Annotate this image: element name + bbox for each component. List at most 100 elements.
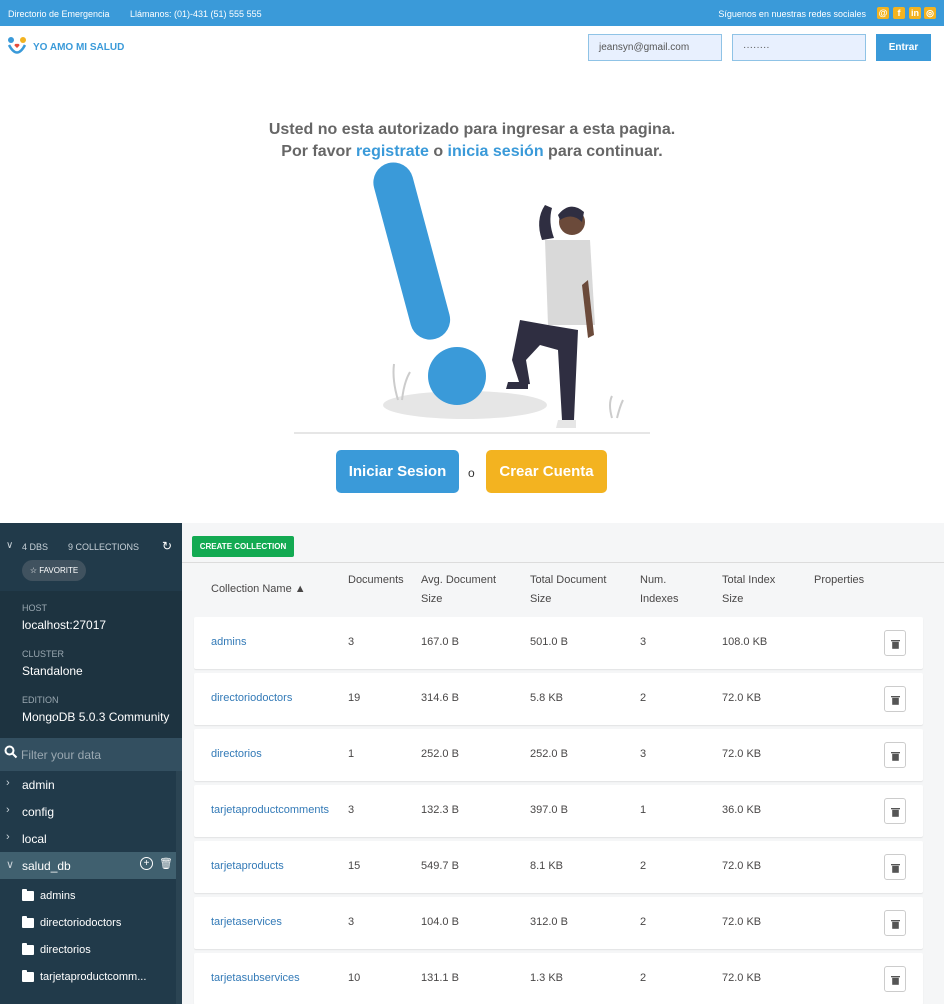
documents-cell: 15: [348, 860, 361, 872]
unauthorized-instructions: Por favor registrate o inicia sesión par…: [0, 143, 944, 161]
refresh-icon[interactable]: ↻: [162, 539, 172, 553]
collection-name-link[interactable]: tarjetaproducts: [211, 860, 284, 872]
indexes-cell: 2: [640, 916, 647, 928]
column-header-collection-name[interactable]: Collection Name ▲: [211, 580, 306, 599]
collection-name-link[interactable]: directoriodoctors: [211, 692, 292, 704]
total-size-cell: 5.8 KB: [530, 692, 564, 704]
index-size-cell: 108.0 KB: [722, 636, 768, 648]
register-link[interactable]: registrate: [356, 143, 429, 160]
delete-collection-button[interactable]: [884, 742, 906, 768]
delete-collection-button[interactable]: [884, 966, 906, 992]
table-row[interactable]: tarjetaproducts 15 549.7 B 8.1 KB 2 72.0…: [194, 841, 923, 893]
facebook-icon[interactable]: f: [893, 7, 905, 19]
or-separator: o: [468, 466, 475, 480]
collections-count: 9 COLLECTIONS: [68, 542, 140, 552]
index-size-cell: 72.0 KB: [722, 692, 762, 704]
sidebar-db-local[interactable]: › local: [0, 825, 176, 852]
table-row[interactable]: directoriodoctors 19 314.6 B 5.8 KB 2 72…: [194, 673, 923, 725]
emergency-directory-text: Directorio de Emergencia: [8, 9, 110, 19]
table-row[interactable]: tarjetasubservices 10 131.1 B 1.3 KB 2 7…: [194, 953, 923, 1004]
iniciar-sesion-button[interactable]: Iniciar Sesion: [336, 450, 459, 493]
chevron-right-icon: ›: [6, 804, 10, 816]
collapse-chevron-icon[interactable]: ∨: [6, 540, 13, 551]
avg-size-cell: 314.6 B: [421, 692, 459, 704]
filter-input[interactable]: Filter your data: [0, 738, 182, 771]
dbs-count: 4 DBS: [22, 542, 49, 552]
login-submit-button[interactable]: Entrar: [876, 34, 931, 61]
sidebar-collection-directorios[interactable]: directorios: [0, 937, 176, 964]
instructions-prefix: Por favor: [281, 143, 356, 160]
delete-collection-button[interactable]: [884, 630, 906, 656]
search-icon: [4, 745, 18, 759]
logo-text[interactable]: YO AMO MI SALUD: [33, 42, 124, 53]
crear-cuenta-button[interactable]: Crear Cuenta: [486, 450, 607, 493]
delete-database-icon[interactable]: 🗑: [159, 857, 173, 870]
documents-cell: 19: [348, 692, 361, 704]
index-size-cell: 36.0 KB: [722, 804, 762, 816]
column-header-documents[interactable]: Documents: [348, 571, 412, 590]
column-header-avg-document-size[interactable]: Avg. Document Size: [421, 571, 511, 609]
collection-name-link[interactable]: admins: [211, 636, 246, 648]
index-size-cell: 72.0 KB: [722, 860, 762, 872]
documents-cell: 3: [348, 804, 355, 816]
compass-sidebar: ∨ 4 DBS 9 COLLECTIONS ↻ ☆ FAVORITE HOST …: [0, 523, 182, 1004]
sidebar-collection-admins[interactable]: admins: [0, 883, 176, 910]
email-icon[interactable]: @: [877, 7, 889, 19]
collection-name-link[interactable]: tarjetaservices: [211, 916, 282, 928]
column-header-total-index-size[interactable]: Total Index Size: [722, 571, 786, 609]
folder-icon: [22, 970, 34, 982]
delete-collection-button[interactable]: [884, 854, 906, 880]
total-size-cell: 1.3 KB: [530, 972, 564, 984]
table-row[interactable]: tarjetaservices 3 104.0 B 312.0 B 2 72.0…: [194, 897, 923, 949]
total-size-cell: 501.0 B: [530, 636, 568, 648]
indexes-cell: 2: [640, 860, 647, 872]
host-label: HOST: [22, 603, 48, 613]
instructions-connector: o: [428, 143, 448, 160]
avg-size-cell: 549.7 B: [421, 860, 459, 872]
column-header-total-document-size[interactable]: Total Document Size: [530, 571, 620, 609]
add-collection-icon[interactable]: +: [140, 857, 153, 870]
table-row[interactable]: directorios 1 252.0 B 252.0 B 3 72.0 KB: [194, 729, 923, 781]
table-row[interactable]: admins 3 167.0 B 501.0 B 3 108.0 KB: [194, 617, 923, 669]
indexes-cell: 3: [640, 636, 647, 648]
email-field[interactable]: jeansyn@gmail.com: [588, 34, 722, 61]
sidebar-collection-tarjetaproductcomments[interactable]: tarjetaproductcomm...: [0, 964, 176, 991]
follow-us-text: Síguenos en nuestras redes sociales: [718, 9, 866, 19]
table-row[interactable]: tarjetaproductcomments 3 132.3 B 397.0 B…: [194, 785, 923, 837]
db-label: admin: [22, 778, 55, 792]
collection-name-link[interactable]: tarjetaproductcomments: [211, 804, 329, 816]
instructions-suffix: para continuar.: [543, 143, 663, 160]
delete-collection-button[interactable]: [884, 686, 906, 712]
cluster-label: CLUSTER: [22, 649, 65, 659]
logo-icon[interactable]: [7, 36, 27, 58]
sidebar-db-config[interactable]: › config: [0, 798, 176, 825]
sidebar-db-admin[interactable]: › admin: [0, 771, 176, 798]
index-size-cell: 72.0 KB: [722, 972, 762, 984]
instagram-icon[interactable]: ◎: [924, 7, 936, 19]
delete-collection-button[interactable]: [884, 798, 906, 824]
trash-icon: [891, 976, 900, 985]
db-label: config: [22, 805, 55, 819]
create-collection-button[interactable]: CREATE COLLECTION: [192, 536, 294, 557]
avg-size-cell: 252.0 B: [421, 748, 459, 760]
linkedin-icon[interactable]: in: [909, 7, 921, 19]
collection-label: directorios: [40, 944, 91, 956]
trash-icon: [891, 864, 900, 873]
phone-text: Llámanos: (01)-431 (51) 555 555: [130, 9, 262, 19]
collections-panel: CREATE COLLECTION Collection Name ▲ Docu…: [182, 523, 944, 1004]
chevron-down-icon: ∨: [6, 859, 15, 871]
password-field[interactable]: ········: [732, 34, 866, 61]
unauthorized-message: Usted no esta autorizado para ingresar a…: [268, 121, 676, 138]
avg-size-cell: 167.0 B: [421, 636, 459, 648]
login-link[interactable]: inicia sesión: [448, 143, 544, 160]
favorite-button[interactable]: ☆ FAVORITE: [22, 560, 86, 581]
collection-name-link[interactable]: tarjetasubservices: [211, 972, 300, 984]
sidebar-db-salud-db[interactable]: ∨ salud_db + 🗑: [0, 852, 176, 879]
indexes-cell: 2: [640, 972, 647, 984]
sidebar-collection-directoriodoctors[interactable]: directoriodoctors: [0, 910, 176, 937]
column-header-num-indexes[interactable]: Num. Indexes: [640, 571, 696, 609]
delete-collection-button[interactable]: [884, 910, 906, 936]
trash-icon: [891, 752, 900, 761]
indexes-cell: 2: [640, 692, 647, 704]
collection-name-link[interactable]: directorios: [211, 748, 262, 760]
